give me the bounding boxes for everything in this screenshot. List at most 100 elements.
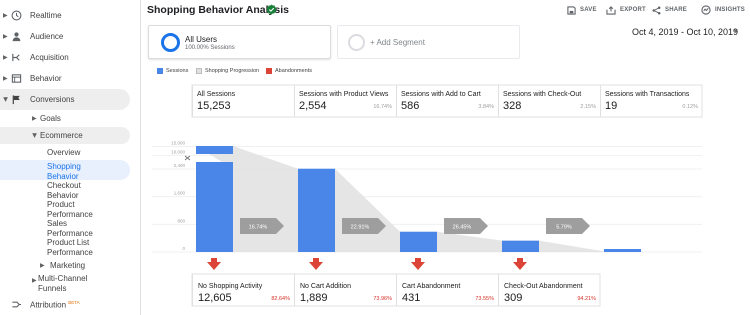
person-icon [11,31,22,42]
sidebar-item-behavior[interactable]: ▶ Behavior [0,68,130,89]
sidebar-item-acquisition[interactable]: ▶ Acquisition [0,47,130,68]
session-bar [196,162,233,252]
sidebar-item-label: Realtime [30,11,62,20]
progression-pct: 22.91% [351,225,370,231]
progression-arrow [546,218,590,234]
stage-header[interactable]: Sessions with Transactions 19 0.12% [600,85,702,117]
sidebar-item-label: Audience [30,32,64,41]
y-tick-label: 800 [177,218,185,223]
abandon-arrow-icon [309,258,323,270]
sidebar-item-checkout-behavior[interactable]: Checkout Behavior [47,181,89,200]
legend-swatch [266,68,272,74]
add-segment-label: + Add Segment [370,38,425,47]
stage-value: 328 [503,100,522,112]
abandon-label: No Shopping Activity [198,283,263,290]
sidebar-item-ecommerce[interactable]: ▶ Ecommerce [0,127,130,144]
abandon-value: 309 [504,292,523,304]
segment-card-all-users[interactable]: All Users 100.00% Sessions [148,25,331,59]
progression-segment [502,251,539,252]
share-label: SHARE [665,7,688,13]
add-segment-button[interactable]: + Add Segment [337,25,520,59]
expand-caret-icon: ▶ [3,34,8,40]
sidebar-item-product-performance[interactable]: Product Performance [47,200,107,219]
insights-icon [701,5,711,15]
sidebar-item-shopping-behavior[interactable]: Shopping Behavior [47,162,89,181]
abandon-pct: 73.96% [373,296,392,302]
session-bar [502,240,539,252]
sidebar-item-multichannel[interactable]: Multi-Channel Funnels [38,274,108,293]
progression-arrow [444,218,488,234]
beta-badge: BETA [68,299,80,305]
progression-segment [298,231,335,252]
stage-value: 586 [401,100,420,112]
stage-header[interactable]: All Sessions 15,253 [192,85,294,117]
export-label: EXPORT [620,7,646,13]
save-button[interactable]: SAVE [567,4,597,16]
share-icon [652,6,661,14]
stage-label: Sessions with Add to Cart [401,91,481,98]
stage-label: All Sessions [197,91,236,98]
abandonment-cell[interactable]: Cart Abandonment 431 73.55% [396,274,498,306]
abandonment-cell[interactable]: No Shopping Activity 12,605 82.64% [192,274,294,306]
sidebar-item-overview[interactable]: Overview [47,148,137,158]
sidebar-item-marketing[interactable]: ▶ Marketing [0,257,130,274]
sidebar-item-product-list-performance[interactable]: Product List Performance [47,238,107,257]
sidebar-item-goals[interactable]: ▶ Goals [0,110,130,127]
segment-subtitle: 100.00% Sessions [185,45,235,51]
expand-caret-icon: ▶ [3,76,8,82]
abandon-label: Check-Out Abandonment [504,283,583,290]
segment-ring-icon [161,33,180,52]
legend-shopping-progression: Shopping Progression [196,68,259,74]
date-range-picker[interactable]: Oct 4, 2019 - Oct 10, 2019 [632,27,738,37]
share-button[interactable]: SHARE [652,4,687,16]
progression-segment [400,240,437,252]
stage-pct: 16.74% [373,104,392,110]
progression-band [502,240,604,252]
stage-pct: 2.15% [580,104,596,110]
stage-label: Sessions with Transactions [605,91,690,98]
progression-band [400,231,502,252]
clock-icon [11,10,22,21]
abandon-arrow-icon [207,258,221,270]
progression-pct: 5.79% [556,225,572,231]
progression-band [298,168,400,252]
sidebar-item-realtime[interactable]: ▶ Realtime [0,5,130,26]
expand-caret-icon: ▶ [32,116,37,122]
stage-header[interactable]: Sessions with Check-Out 328 2.15% [498,85,600,117]
sidebar-item-label: Attribution BETA [30,299,80,310]
progression-segment [196,168,233,252]
chevron-down-icon[interactable]: ▼ [733,29,739,35]
stage-header[interactable]: Sessions with Product Views 2,554 16.74% [294,85,396,117]
abandonment-cell[interactable]: No Cart Addition 1,889 73.96% [294,274,396,306]
abandon-arrow-icon [513,258,527,270]
verified-check-icon [266,4,277,15]
stage-header[interactable]: Sessions with Add to Cart 586 3.84% [396,85,498,117]
legend-label: Abandonments [275,68,312,74]
y-tick-label: 0 [182,246,185,251]
sidebar-item-attribution[interactable]: Attribution BETA [0,294,130,315]
legend-label: Sessions [166,68,189,74]
sidebar: ▶ Realtime ▶ Audience ▶ Acquisition ▶ Be… [0,0,141,315]
sidebar-item-conversions[interactable]: ▶ Conversions [0,89,130,110]
insights-button[interactable]: INSIGHTS [701,4,745,16]
y-tick-label: 10,000 [171,149,185,154]
session-bar [604,249,641,252]
sidebar-item-audience[interactable]: ▶ Audience [0,26,130,47]
flag-icon [11,94,22,105]
app-root: ▶ Realtime ▶ Audience ▶ Acquisition ▶ Be… [0,0,750,315]
expand-caret-icon: ▶ [3,55,8,61]
legend-swatch [157,68,163,74]
save-icon [567,5,576,15]
segment-name: All Users [185,35,218,44]
sidebar-sub-label: Marketing [50,261,86,270]
abandonment-cell[interactable]: Check-Out Abandonment 309 94.21% [498,274,600,306]
session-bar [400,231,437,252]
collapse-caret-icon: ▶ [30,133,37,138]
expand-caret-icon: ▶ [3,13,8,19]
acquisition-icon [11,52,22,63]
export-button[interactable]: EXPORT [606,4,646,16]
sidebar-item-sales-performance[interactable]: Sales Performance [47,219,107,238]
progression-band [196,146,298,252]
save-label: SAVE [580,7,597,13]
insights-label: INSIGHTS [715,7,745,13]
